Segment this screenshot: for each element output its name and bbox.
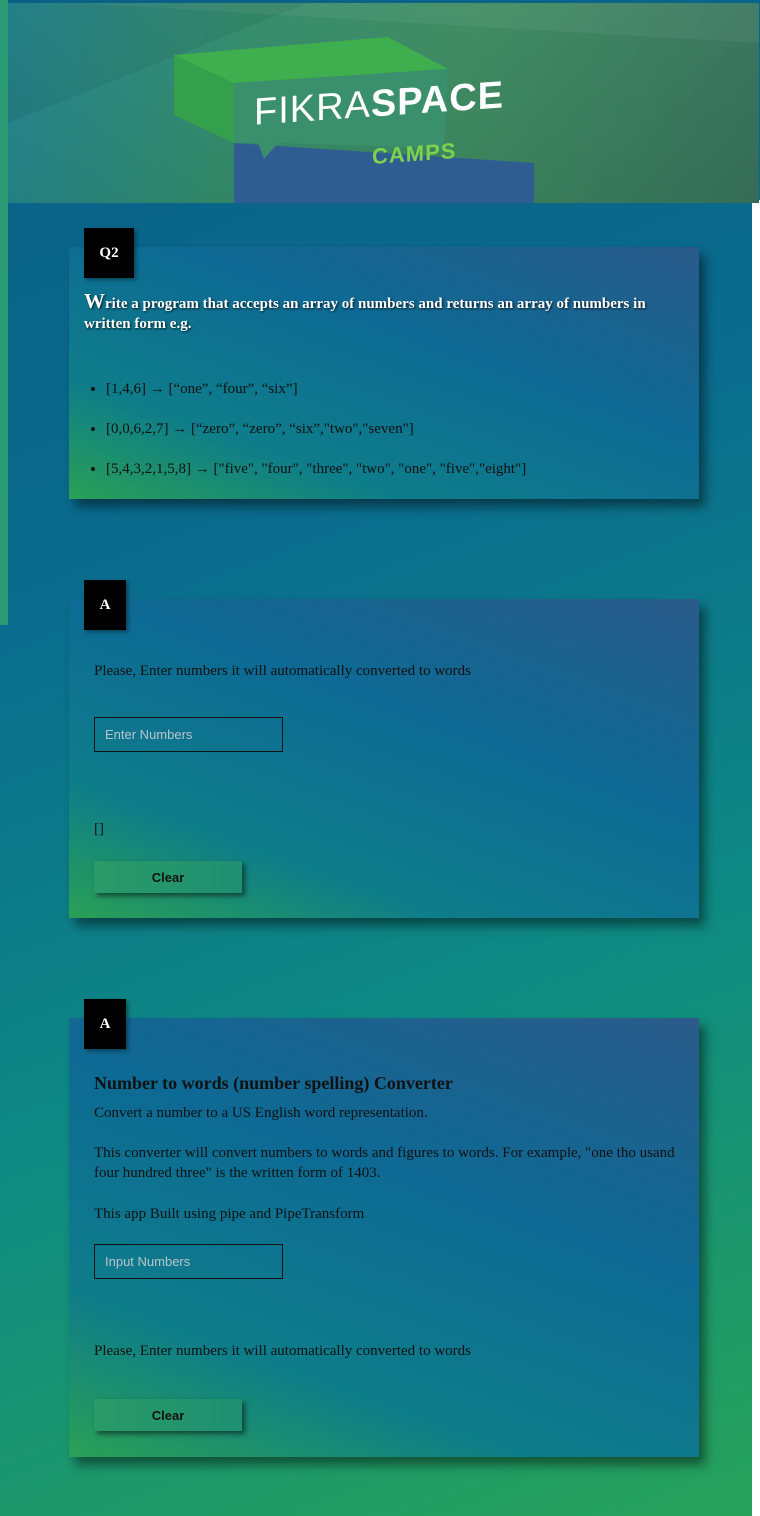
example-item: [5,4,3,2,1,5,8] → ["five", "four", "thre… [106,457,526,497]
numbers-input[interactable] [94,717,283,752]
converter-heading: Number to words (number spelling) Conver… [94,1073,453,1093]
converter-description: Convert a number to a US English word re… [94,1105,428,1121]
header-banner: FIKRASPACE CAMPS [8,3,759,203]
example-list: [1,4,6] → [“one”, “four”, “six”] [0,0,6,… [84,377,526,497]
converted-output: [] [94,821,104,837]
answer1-instruction: Please, Enter numbers it will automatica… [94,663,471,679]
clear-button[interactable]: Clear [94,1399,242,1431]
clear-button[interactable]: Clear [94,861,242,893]
answer-card-1: Please, Enter numbers it will automatica… [69,599,699,918]
converter-built-note: This app Built using pipe and PipeTransf… [94,1206,365,1222]
example-item: [0,0,6,2,7] → [“zero”, “zero”, “six”,"tw… [106,417,526,457]
answer2-tag: A [84,999,126,1049]
left-background-strip [0,0,8,625]
converter-input[interactable] [94,1244,283,1279]
question-tag: Q2 [84,228,134,278]
example-item: [1,4,6] → [“one”, “four”, “six”] [106,377,526,417]
question-card: Write a program that accepts an array of… [69,247,699,499]
answer-card-2: Number to words (number spelling) Conver… [69,1018,699,1457]
answer2-instruction: Please, Enter numbers it will automatica… [94,1343,471,1359]
question-title: Write a program that accepts an array of… [84,289,646,333]
answer1-tag: A [84,580,126,630]
right-page-margin [752,200,760,1516]
converter-example-text: This converter will convert numbers to w… [94,1145,675,1181]
